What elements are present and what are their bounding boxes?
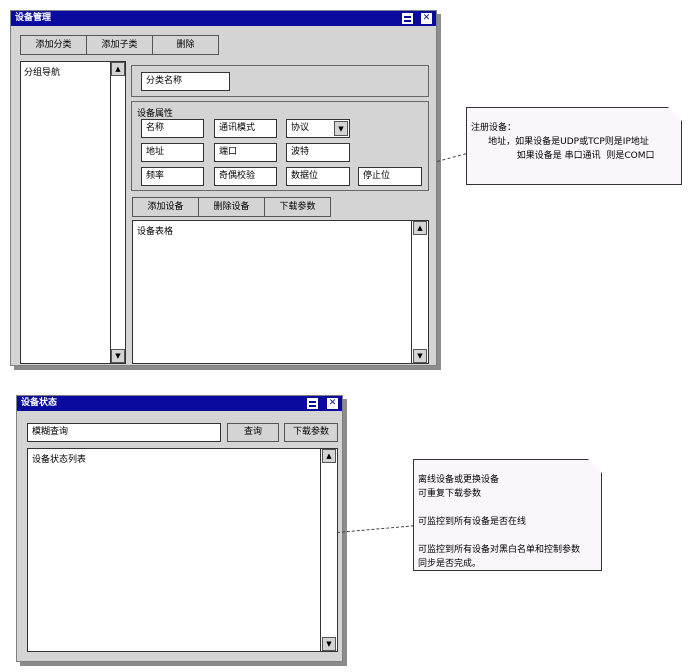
fuzzy-search-input[interactable]: 模糊查询: [27, 423, 221, 442]
note-connector-line: [437, 153, 467, 162]
scroll-down-icon[interactable]: ▼: [322, 637, 336, 651]
delete-device-button[interactable]: 删除设备: [198, 197, 265, 217]
protocol-select-label: 协议: [291, 123, 310, 133]
protocol-select[interactable]: 协议 ▼: [286, 119, 350, 138]
comm-mode-field[interactable]: 通讯模式: [214, 119, 277, 138]
note-fold-corner: [588, 459, 602, 473]
device-properties-panel: 设备属性 名称 通讯模式 协议 ▼ 地址 端口 波特 频率 奇偶校验 数据位 停…: [131, 101, 429, 191]
address-field[interactable]: 地址: [141, 143, 204, 162]
category-name-field[interactable]: 分类名称: [141, 72, 230, 91]
add-category-button[interactable]: 添加分类: [20, 35, 87, 55]
window-titlebar[interactable]: 设备状态: [17, 396, 342, 411]
device-status-list-label: 设备状态列表: [32, 455, 87, 465]
dropdown-arrow-icon[interactable]: ▼: [334, 121, 348, 136]
device-status-list[interactable]: 设备状态列表 ▲ ▼: [27, 448, 338, 652]
add-subcategory-button[interactable]: 添加子类: [86, 35, 153, 55]
group-nav-label: 分组导航: [24, 68, 61, 78]
status-note-text: 离线设备或更换设备 可重复下载参数 可监控到所有设备是否在线 可监控到所有设备对…: [418, 475, 581, 569]
status-scrollbar[interactable]: ▲ ▼: [320, 449, 337, 651]
delete-button[interactable]: 删除: [152, 35, 219, 55]
register-device-note: 注册设备： 地址，如果设备是UDP或TCP则是IP地址 如果设备是 串口通讯 则…: [466, 107, 682, 185]
restore-icon[interactable]: [402, 13, 413, 24]
device-table[interactable]: 设备表格 ▲ ▼: [132, 220, 429, 364]
close-icon[interactable]: ✕: [421, 13, 432, 24]
nav-scrollbar[interactable]: ▲ ▼: [110, 62, 125, 363]
query-button[interactable]: 查询: [227, 423, 279, 442]
device-properties-title: 设备属性: [137, 109, 174, 119]
scroll-up-icon[interactable]: ▲: [322, 449, 336, 463]
device-table-label: 设备表格: [137, 227, 174, 237]
restore-icon[interactable]: [307, 398, 318, 409]
scroll-down-icon[interactable]: ▼: [111, 349, 125, 363]
send-params-button[interactable]: 下载参数: [284, 423, 338, 442]
note-fold-corner: [668, 107, 682, 121]
scroll-up-icon[interactable]: ▲: [413, 221, 427, 235]
window-title: 设备状态: [21, 398, 58, 408]
device-status-window: 设备状态 ✕ 模糊查询 查询 下载参数 设备状态列表 ▲ ▼: [16, 395, 343, 662]
frequency-field[interactable]: 频率: [141, 167, 204, 186]
close-icon[interactable]: ✕: [327, 398, 338, 409]
port-field[interactable]: 端口: [214, 143, 277, 162]
scroll-up-icon[interactable]: ▲: [111, 62, 125, 76]
parity-field[interactable]: 奇偶校验: [214, 167, 277, 186]
name-field[interactable]: 名称: [141, 119, 204, 138]
stop-bits-field[interactable]: 停止位: [358, 167, 422, 186]
register-note-text: 注册设备： 地址，如果设备是UDP或TCP则是IP地址 如果设备是 串口通讯 则…: [471, 123, 655, 161]
window-title: 设备管理: [15, 13, 52, 23]
window-titlebar[interactable]: 设备管理: [11, 11, 436, 26]
data-bits-field[interactable]: 数据位: [286, 167, 350, 186]
group-nav-tree[interactable]: 分组导航 ▲ ▼: [20, 61, 126, 364]
note-connector-line: [337, 525, 414, 533]
baud-field[interactable]: 波特: [286, 143, 350, 162]
category-panel: 分类名称: [131, 65, 429, 97]
send-params-button[interactable]: 下载参数: [264, 197, 331, 217]
device-management-window: 设备管理 ✕ 添加分类 添加子类 删除 分组导航 ▲ ▼ 分类名称 设备属性 名…: [10, 10, 437, 366]
device-status-note: 离线设备或更换设备 可重复下载参数 可监控到所有设备是否在线 可监控到所有设备对…: [413, 459, 602, 571]
add-device-button[interactable]: 添加设备: [132, 197, 199, 217]
table-scrollbar[interactable]: ▲ ▼: [411, 221, 428, 363]
scroll-down-icon[interactable]: ▼: [413, 349, 427, 363]
